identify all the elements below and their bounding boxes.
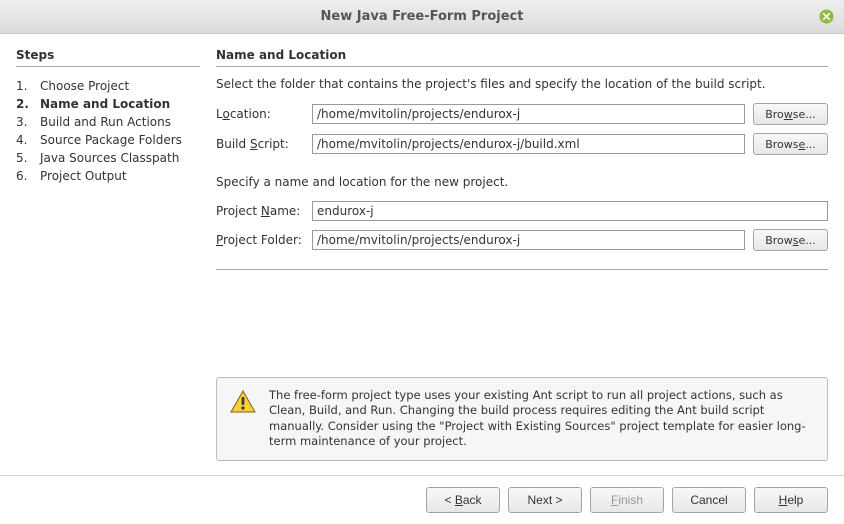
finish-button: Finish (590, 487, 664, 513)
projectfolder-row: Project Folder: Browse... (216, 229, 828, 251)
projectfolder-input[interactable] (312, 230, 745, 250)
buildscript-label: Build Script: (216, 137, 304, 151)
projectname-row: Project Name: (216, 201, 828, 221)
titlebar: New Java Free-Form Project (0, 0, 844, 34)
info-text: The free-form project type uses your exi… (269, 388, 815, 450)
buildscript-browse-button[interactable]: Browse... (753, 133, 828, 155)
help-button[interactable]: Help (754, 487, 828, 513)
step-6: 6.Project Output (16, 167, 200, 185)
intro-text: Select the folder that contains the proj… (216, 77, 828, 91)
steps-list: 1.Choose Project 2.Name and Location 3.B… (16, 77, 200, 185)
step-2: 2.Name and Location (16, 95, 200, 113)
steps-sidebar: Steps 1.Choose Project 2.Name and Locati… (16, 48, 200, 475)
step-5: 5.Java Sources Classpath (16, 149, 200, 167)
projectname-label: Project Name: (216, 204, 304, 218)
projectfolder-browse-button[interactable]: Browse... (753, 229, 828, 251)
buildscript-row: Build Script: Browse... (216, 133, 828, 155)
dialog-body: Steps 1.Choose Project 2.Name and Locati… (0, 34, 844, 476)
divider (216, 269, 828, 270)
location-label: Location: (216, 107, 304, 121)
main-panel: Name and Location Select the folder that… (200, 48, 828, 475)
projectname-input[interactable] (312, 201, 828, 221)
window-title: New Java Free-Form Project (321, 9, 524, 24)
back-button[interactable]: < Back (426, 487, 500, 513)
projectfolder-label: Project Folder: (216, 233, 304, 247)
step-4: 4.Source Package Folders (16, 131, 200, 149)
close-icon[interactable] (818, 9, 834, 25)
buildscript-input[interactable] (312, 134, 745, 154)
main-heading: Name and Location (216, 48, 828, 67)
cancel-button[interactable]: Cancel (672, 487, 746, 513)
steps-heading: Steps (16, 48, 200, 67)
location-input[interactable] (312, 104, 745, 124)
step-3: 3.Build and Run Actions (16, 113, 200, 131)
location-row: Location: Browse... (216, 103, 828, 125)
info-box: The free-form project type uses your exi… (216, 377, 828, 461)
step-1: 1.Choose Project (16, 77, 200, 95)
footer: < Back Next > Finish Cancel Help (0, 476, 844, 524)
next-button[interactable]: Next > (508, 487, 582, 513)
location-browse-button[interactable]: Browse... (753, 103, 828, 125)
warning-icon (229, 388, 257, 450)
specify-text: Specify a name and location for the new … (216, 175, 828, 189)
